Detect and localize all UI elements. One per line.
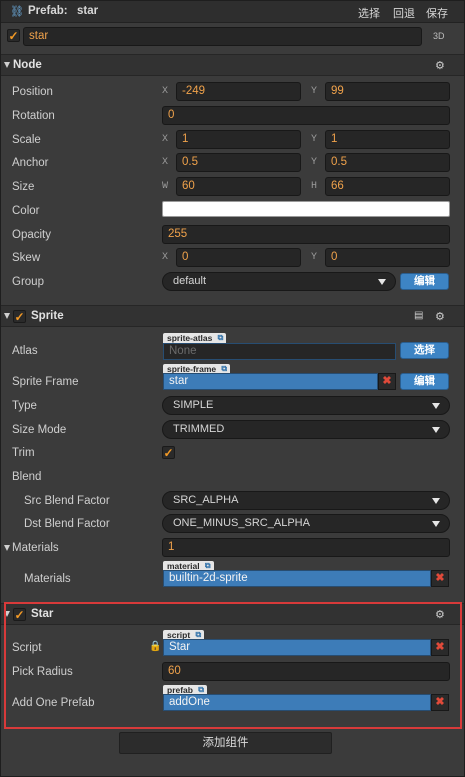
x-icon[interactable]: ✖ <box>378 373 396 390</box>
atlas-select-button[interactable]: 选择 <box>400 342 449 359</box>
node-section-header[interactable]: Node ⚙ <box>1 54 464 76</box>
book-icon[interactable]: ▤ <box>414 310 423 321</box>
anchor-x-axis: X <box>162 157 169 168</box>
material-field[interactable]: builtin-2d-sprite <box>163 570 431 587</box>
title-bar: ⛓ Prefab: star 选择 回退 保存 <box>1 1 464 23</box>
materials-label: Materials <box>24 573 71 585</box>
blend-label: Blend <box>12 471 42 483</box>
anchor-y-axis: Y <box>311 157 318 168</box>
sprite-section-header[interactable]: ✓ Sprite ▤ ⚙ <box>1 305 464 327</box>
chevron-down-icon <box>432 427 440 433</box>
src-blend-select-value: SRC_ALPHA <box>173 494 239 506</box>
size-h-input[interactable]: 66 <box>325 177 450 196</box>
highlight-box <box>4 602 462 729</box>
collapse-triangle-icon[interactable] <box>4 313 10 319</box>
size-label: Size <box>12 181 35 193</box>
position-label: Position <box>12 86 53 98</box>
position-y-input[interactable]: 99 <box>325 82 450 101</box>
materials-count-label: Materials <box>12 542 59 554</box>
position-x-input[interactable]: -249 <box>176 82 301 101</box>
node-section-title: Node <box>13 59 42 71</box>
size-mode-select-value: TRIMMED <box>173 423 225 435</box>
node-active-checkbox[interactable]: ✓ <box>7 29 20 42</box>
group-select[interactable]: default <box>162 272 396 291</box>
size-mode-label: Size Mode <box>12 424 67 436</box>
scale-x-input[interactable]: 1 <box>176 130 301 149</box>
dst-blend-select-value: ONE_MINUS_SRC_ALPHA <box>173 517 310 529</box>
atlas-type-tag: sprite-atlas ⧉ <box>163 333 227 343</box>
group-select-value: default <box>173 275 207 287</box>
scale-y-input[interactable]: 1 <box>325 130 450 149</box>
chevron-down-icon <box>378 279 386 285</box>
dst-blend-select[interactable]: ONE_MINUS_SRC_ALPHA <box>162 514 450 533</box>
collapse-triangle-icon[interactable] <box>4 62 10 68</box>
size-w-input[interactable]: 60 <box>176 177 301 196</box>
scale-y-axis: Y <box>311 134 318 145</box>
sprite-frame-edit-button[interactable]: 编辑 <box>400 373 449 390</box>
chevron-down-icon <box>432 498 440 504</box>
color-picker[interactable] <box>162 201 450 217</box>
sprite-frame-label: Sprite Frame <box>12 376 79 388</box>
size-w-axis: W <box>162 181 169 192</box>
add-component-button[interactable]: 添加组件 <box>119 732 332 754</box>
type-select-value: SIMPLE <box>173 399 214 411</box>
size-h-axis: H <box>311 181 318 192</box>
type-label: Type <box>12 400 37 412</box>
trim-label: Trim <box>12 447 35 459</box>
scale-label: Scale <box>12 134 41 146</box>
position-y-axis: Y <box>311 86 318 97</box>
scale-x-axis: X <box>162 134 169 145</box>
dst-blend-label: Dst Blend Factor <box>24 518 110 530</box>
skew-x-axis: X <box>162 252 169 263</box>
size-mode-select[interactable]: TRIMMED <box>162 420 450 439</box>
gear-icon[interactable]: ⚙ <box>435 310 445 323</box>
x-icon[interactable]: ✖ <box>431 570 449 587</box>
materials-collapse-triangle-icon[interactable] <box>4 545 10 551</box>
gear-icon[interactable]: ⚙ <box>435 59 445 72</box>
opacity-label: Opacity <box>12 229 51 241</box>
skew-label: Skew <box>12 252 41 264</box>
opacity-input[interactable]: 255 <box>162 225 450 244</box>
skew-x-input[interactable]: 0 <box>176 248 301 267</box>
sprite-frame-field[interactable]: star <box>163 373 378 390</box>
prefab-name: star <box>77 5 99 17</box>
node-name-input[interactable]: star <box>23 27 422 46</box>
atlas-field[interactable]: None <box>163 343 396 360</box>
sprite-enabled-checkbox[interactable]: ✓ <box>13 310 26 323</box>
color-label: Color <box>12 205 40 217</box>
anchor-y-input[interactable]: 0.5 <box>325 153 450 172</box>
prefab-select-button[interactable]: 选择 <box>358 5 380 21</box>
chevron-down-icon <box>432 521 440 527</box>
anchor-label: Anchor <box>12 157 49 169</box>
anchor-x-input[interactable]: 0.5 <box>176 153 301 172</box>
rotation-input[interactable]: 0 <box>162 106 450 125</box>
chevron-down-icon <box>432 403 440 409</box>
prefab-revert-button[interactable]: 回退 <box>393 5 415 21</box>
trim-checkbox[interactable]: ✓ <box>162 446 175 459</box>
skew-y-input[interactable]: 0 <box>325 248 450 267</box>
rotation-label: Rotation <box>12 110 55 122</box>
src-blend-label: Src Blend Factor <box>24 495 110 507</box>
prefab-save-button[interactable]: 保存 <box>426 5 448 21</box>
prefab-label: Prefab: <box>28 5 68 17</box>
materials-count-input[interactable]: 1 <box>162 538 450 557</box>
skew-y-axis: Y <box>311 252 318 263</box>
atlas-label: Atlas <box>12 345 38 357</box>
3d-toggle[interactable]: 3D <box>433 31 445 41</box>
type-select[interactable]: SIMPLE <box>162 396 450 415</box>
position-x-axis: X <box>162 86 169 97</box>
group-label: Group <box>12 276 44 288</box>
prefab-link-icon: ⛓ <box>10 6 24 18</box>
open-link-icon[interactable]: ⧉ <box>218 333 224 343</box>
group-edit-button[interactable]: 编辑 <box>400 273 449 290</box>
src-blend-select[interactable]: SRC_ALPHA <box>162 491 450 510</box>
atlas-tag-text: sprite-atlas <box>167 333 213 343</box>
sprite-section-title: Sprite <box>31 310 64 322</box>
